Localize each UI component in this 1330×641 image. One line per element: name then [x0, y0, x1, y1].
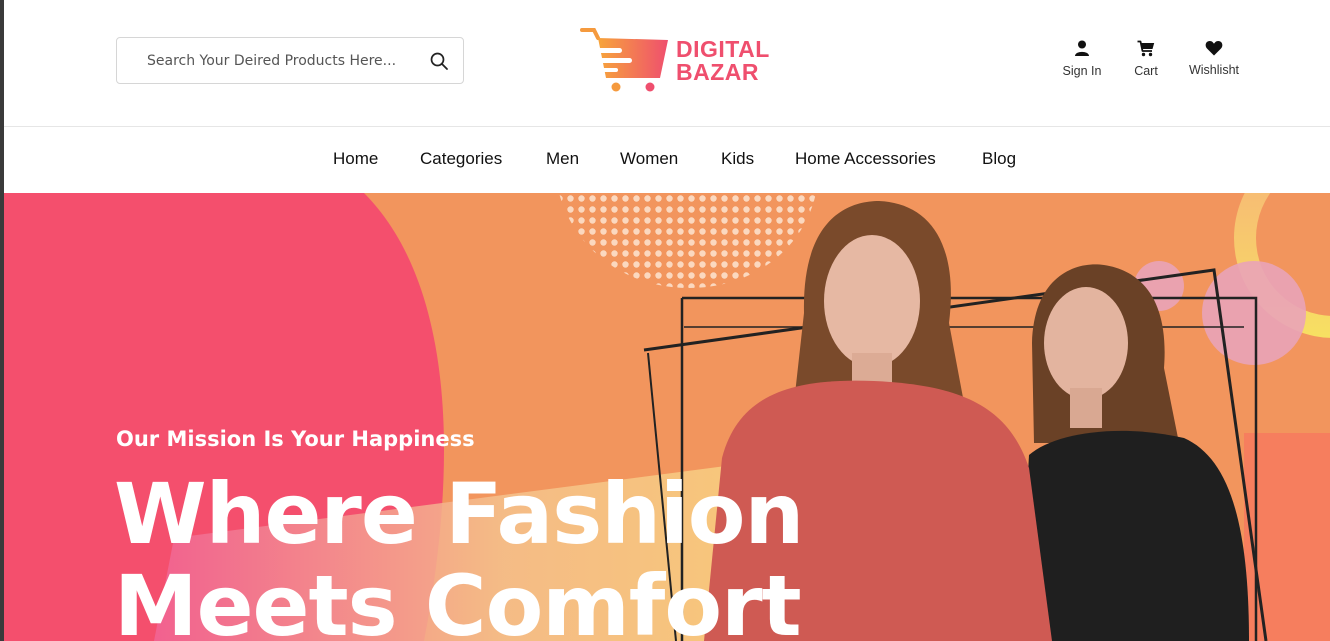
search-bar[interactable] [116, 37, 464, 84]
site-logo[interactable]: DIGITAL BAZAR [580, 26, 780, 96]
user-icon [1075, 40, 1089, 56]
hero-tagline: Our Mission Is Your Happiness [116, 427, 475, 451]
nav-item-kids[interactable]: Kids [721, 149, 754, 169]
hero-headline: Where Fashion Meets Comfort [114, 465, 804, 641]
nav-item-categories[interactable]: Categories [420, 149, 502, 169]
heart-icon [1205, 41, 1223, 56]
hero-banner: Our Mission Is Your Happiness Where Fash… [4, 193, 1330, 641]
main-nav: Home Categories Men Women Kids Home Acce… [4, 127, 1330, 193]
nav-item-men[interactable]: Men [546, 149, 579, 169]
sign-in-button[interactable]: Sign In [1046, 40, 1118, 78]
site-header: DIGITAL BAZAR Sign In Cart Wishlis [4, 0, 1330, 126]
nav-item-home-accessories[interactable]: Home Accessories [795, 149, 936, 169]
search-icon[interactable] [429, 51, 449, 71]
cart-icon [1137, 40, 1155, 57]
nav-item-blog[interactable]: Blog [982, 149, 1016, 169]
logo-wordmark: DIGITAL BAZAR [676, 36, 770, 85]
nav-item-home[interactable]: Home [333, 149, 378, 169]
cart-button[interactable]: Cart [1124, 40, 1168, 78]
search-input[interactable] [117, 38, 417, 83]
shopping-cart-logo-icon [580, 28, 668, 92]
nav-item-women[interactable]: Women [620, 149, 678, 169]
wishlist-button[interactable]: Wishlisht [1178, 40, 1250, 77]
